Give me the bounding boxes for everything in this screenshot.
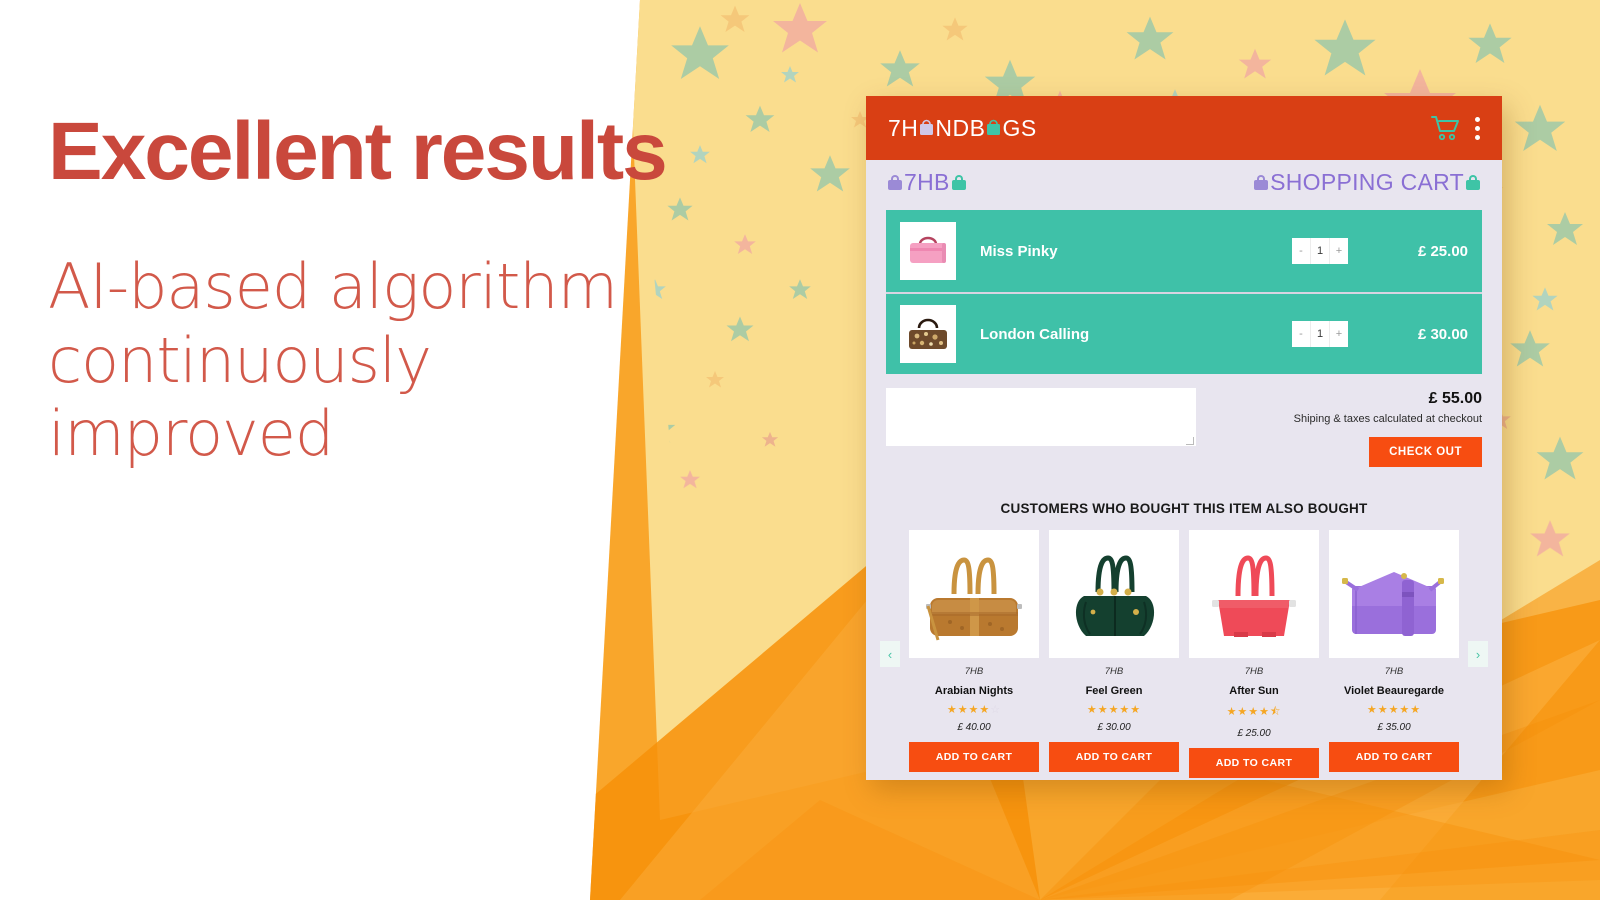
kebab-dot: [1475, 134, 1480, 140]
bag-tan-duffel-image: [926, 557, 1022, 641]
kebab-menu-icon[interactable]: [1475, 116, 1480, 140]
quantity-value[interactable]: 1: [1310, 238, 1330, 264]
product-card-list: 7HB Arabian Nights ★★★★☆ £ 40.00 ADD TO …: [900, 530, 1468, 778]
bag-red-tote-image: [1212, 555, 1296, 637]
totals-block: £ 55.00 Shiping & taxes calculated at ch…: [1212, 388, 1482, 467]
bag-purple-icon: [888, 174, 902, 190]
product-brand: 7HB: [964, 666, 984, 677]
logo-bag-a2-icon: [986, 115, 1001, 142]
product-card[interactable]: 7HB Feel Green ★★★★★ £ 30.00 ADD TO CART: [1049, 530, 1179, 778]
topbar-actions: [1431, 115, 1480, 141]
breadcrumb: 7HB SHOPPING CART: [866, 160, 1502, 204]
promo-subhead-line-3: improved: [48, 396, 334, 470]
logo-text-mid: ND: [935, 114, 970, 141]
breadcrumb-home[interactable]: 7HB: [886, 169, 968, 196]
site-logo[interactable]: 7H ND B GS: [888, 115, 1037, 142]
cart-row: London Calling - 1 + £ 30.00: [886, 292, 1482, 374]
cart-item-name: London Calling: [980, 325, 1090, 343]
promo-subhead: AI-based algorithm continuously improved: [48, 250, 788, 469]
cart-item-thumbnail: [900, 305, 956, 363]
recommendations-title: CUSTOMERS WHO BOUGHT THIS ITEM ALSO BOUG…: [1000, 501, 1368, 516]
product-brand: 7HB: [1244, 666, 1264, 677]
product-brand: 7HB: [1384, 666, 1404, 677]
product-image: [1329, 530, 1459, 658]
promo-subhead-line-1: AI-based algorithm: [48, 250, 618, 324]
shipping-note: Shiping & taxes calculated at checkout: [1293, 413, 1482, 425]
cart-item-price: £ 30.00: [1417, 325, 1468, 343]
product-name: Violet Beauregarde: [1343, 685, 1445, 697]
logo-bag-a1-icon: [919, 115, 934, 142]
add-to-cart-button[interactable]: ADD TO CART: [1329, 742, 1459, 772]
order-note-textarea[interactable]: [886, 388, 1196, 446]
app-window: 7H ND B GS 7HB SHOPPING CART Miss Pinky …: [866, 96, 1502, 780]
carousel-prev-icon[interactable]: ‹: [880, 641, 900, 667]
product-card[interactable]: 7HB Violet Beauregarde ★★★★★ £ 35.00 ADD…: [1329, 530, 1459, 778]
app-topbar: 7H ND B GS: [866, 96, 1502, 160]
carousel-next-icon[interactable]: ›: [1468, 641, 1488, 667]
increment-button[interactable]: +: [1330, 321, 1348, 347]
add-to-cart-button[interactable]: ADD TO CART: [1189, 748, 1319, 778]
decrement-button[interactable]: -: [1292, 321, 1310, 347]
increment-button[interactable]: +: [1330, 238, 1348, 264]
product-image: [909, 530, 1039, 658]
product-name: Arabian Nights: [934, 685, 1014, 697]
promo-subhead-line-2: continuously: [48, 323, 432, 397]
checkout-button[interactable]: CHECK OUT: [1369, 437, 1482, 467]
decrement-button[interactable]: -: [1292, 238, 1310, 264]
quantity-stepper[interactable]: - 1 +: [1292, 238, 1348, 264]
logo-text-prefix: 7H: [888, 114, 919, 141]
recommendations-carousel: ‹ 7HB Arabian Nights ★★★★☆ £ 40.00 ADD T…: [866, 530, 1502, 778]
product-price: £ 35.00: [1377, 722, 1411, 733]
product-card[interactable]: 7HB After Sun ★★★★⯪ £ 25.00 ADD TO CART: [1189, 530, 1319, 778]
bag-green-tote-image: [1075, 555, 1155, 636]
bag-pink-image: [910, 236, 946, 263]
product-image: [1189, 530, 1319, 658]
product-price: £ 40.00: [957, 722, 991, 733]
product-name: After Sun: [1229, 685, 1279, 697]
resize-grip-icon[interactable]: [1186, 437, 1194, 445]
breadcrumb-current-label: SHOPPING CART: [1270, 168, 1464, 195]
cart-item-name: Miss Pinky: [980, 242, 1058, 260]
product-rating: ★★★★⯪: [1226, 706, 1282, 718]
bag-violet-satchel-image: [1342, 572, 1444, 636]
product-card[interactable]: 7HB Arabian Nights ★★★★☆ £ 40.00 ADD TO …: [909, 530, 1039, 778]
product-rating: ★★★★★: [1086, 704, 1142, 716]
cart-items-list: Miss Pinky - 1 + £ 25.00 London Calling …: [886, 210, 1482, 374]
logo-text-suffix: GS: [1002, 114, 1037, 141]
cart-item-price: £ 25.00: [1417, 242, 1468, 260]
product-image: [1049, 530, 1179, 658]
shopping-cart-icon[interactable]: [1431, 115, 1461, 141]
product-name: Feel Green: [1085, 685, 1143, 697]
quantity-stepper[interactable]: - 1 +: [1292, 321, 1348, 347]
kebab-dot: [1475, 116, 1480, 122]
kebab-dot: [1475, 125, 1480, 131]
cart-total: £ 55.00: [1428, 390, 1482, 407]
bag-teal-icon: [1466, 174, 1480, 190]
add-to-cart-button[interactable]: ADD TO CART: [909, 742, 1039, 772]
promo-copy: Excellent results AI-based algorithm con…: [48, 106, 788, 470]
product-price: £ 30.00: [1097, 722, 1131, 733]
cart-item-thumbnail: [900, 222, 956, 280]
bag-purple-icon: [1254, 174, 1269, 190]
bag-teal-icon: [951, 174, 966, 190]
product-brand: 7HB: [1104, 666, 1124, 677]
breadcrumb-current: SHOPPING CART: [1252, 169, 1482, 196]
product-price: £ 25.00: [1237, 728, 1271, 739]
product-rating: ★★★★☆: [946, 704, 1002, 716]
add-to-cart-button[interactable]: ADD TO CART: [1049, 742, 1179, 772]
bag-leopard-image: [909, 318, 947, 349]
cart-summary: £ 55.00 Shiping & taxes calculated at ch…: [886, 388, 1482, 467]
logo-text-b: B: [969, 114, 986, 141]
breadcrumb-home-label: 7HB: [904, 168, 950, 195]
cart-row: Miss Pinky - 1 + £ 25.00: [886, 210, 1482, 292]
promo-headline: Excellent results: [48, 106, 668, 197]
quantity-value[interactable]: 1: [1310, 321, 1330, 347]
product-rating: ★★★★★: [1366, 704, 1422, 716]
